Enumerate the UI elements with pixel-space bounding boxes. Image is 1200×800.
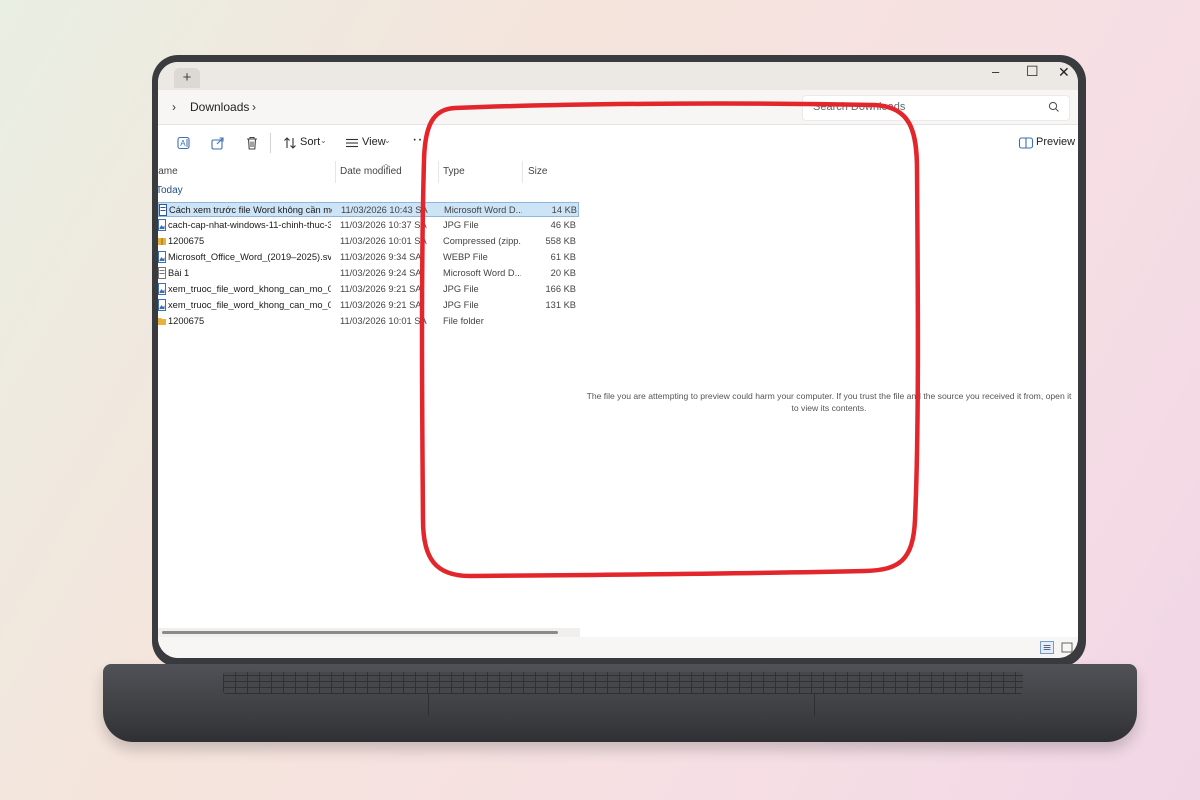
breadcrumb-chevron-icon[interactable]: › [252, 100, 256, 114]
laptop-base [103, 664, 1137, 742]
file-name: cach-cap-nhat-windows-11-chinh-thuc-3... [168, 220, 331, 230]
title-bar: + – ☐ ✕ [158, 62, 1078, 90]
view-button[interactable]: View [362, 136, 386, 148]
image-file-icon [158, 299, 166, 311]
breadcrumb-downloads[interactable]: Downloads [190, 100, 249, 114]
preview-button[interactable]: Preview [1036, 136, 1075, 148]
image-file-icon [158, 251, 166, 263]
breadcrumb-root-chevron[interactable]: › [172, 100, 176, 114]
image-file-icon [158, 283, 166, 295]
trackpad [428, 694, 815, 716]
delete-icon[interactable] [244, 135, 260, 151]
group-header-today[interactable]: Today [158, 185, 183, 196]
file-name: xem_truoc_file_word_khong_can_mo_06_... [168, 284, 331, 294]
column-header-name[interactable]: lame [158, 166, 178, 177]
zip-folder-icon [158, 238, 166, 245]
file-name: Bài 1 [168, 268, 190, 278]
sort-button[interactable]: Sort [300, 136, 320, 148]
image-file-icon [158, 219, 166, 231]
maximize-button[interactable]: ☐ [1026, 63, 1039, 80]
keyboard [223, 672, 1023, 694]
preview-pane-icon[interactable] [1018, 135, 1034, 151]
details-view-icon[interactable] [1040, 641, 1054, 654]
column-header-date[interactable]: Date modified [340, 166, 402, 177]
tiles-view-icon[interactable] [1060, 641, 1074, 654]
sort-chevron-down-icon[interactable]: ⌄ [320, 136, 327, 145]
status-bar [158, 637, 1078, 658]
minimize-button[interactable]: – [992, 64, 999, 79]
file-name: Microsoft_Office_Word_(2019–2025).svg [168, 252, 331, 262]
red-highlight-annotation [419, 101, 921, 579]
horizontal-scrollbar[interactable] [158, 628, 580, 637]
svg-text:A: A [180, 139, 186, 148]
close-button[interactable]: ✕ [1058, 64, 1070, 81]
file-name: xem_truoc_file_word_khong_can_mo_05_... [168, 300, 331, 310]
view-chevron-down-icon[interactable]: ⌄ [384, 136, 391, 145]
sort-icon[interactable] [282, 135, 298, 151]
word-document-icon [158, 267, 166, 279]
file-name: 1200675 [168, 236, 205, 246]
column-divider[interactable] [335, 161, 336, 183]
share-icon[interactable] [210, 135, 226, 151]
word-document-icon [159, 204, 167, 216]
folder-icon [158, 318, 166, 325]
toolbar-separator [270, 133, 271, 153]
view-icon[interactable] [344, 135, 360, 151]
file-name: 1200675 [168, 316, 205, 326]
search-icon [1048, 101, 1059, 112]
file-name: Cách xem trước file Word không cần mở ..… [169, 205, 332, 215]
rename-icon[interactable]: A [176, 135, 192, 151]
scrollbar-thumb[interactable] [162, 631, 558, 634]
new-tab-button[interactable]: + [174, 68, 200, 88]
